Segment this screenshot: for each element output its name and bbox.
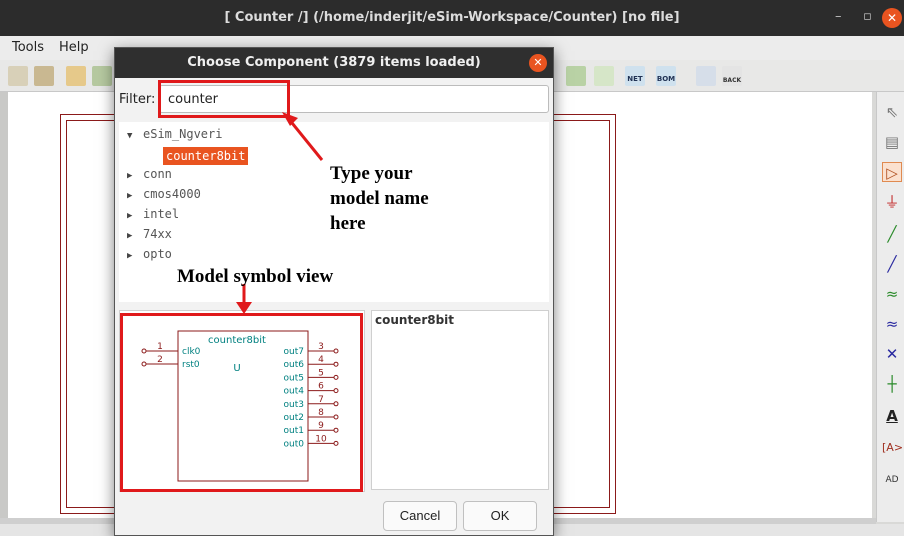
expanded-arrow-icon[interactable]: ▼ xyxy=(127,126,143,146)
type-hint-text: Type your model name here xyxy=(330,161,429,236)
tree-item-intel[interactable]: ▶ intel xyxy=(127,204,179,224)
minimize-icon[interactable]: – xyxy=(835,9,842,24)
netlist-icon[interactable]: NET xyxy=(625,66,645,86)
close-window-icon[interactable]: ✕ xyxy=(882,8,902,28)
symbol-hint-text: Model symbol view xyxy=(177,266,334,287)
filter-label: Filter: xyxy=(119,92,156,107)
ok-button[interactable]: OK xyxy=(463,501,537,531)
description-title: counter8bit xyxy=(375,313,455,327)
tree-item-opto[interactable]: ▶ opto xyxy=(127,244,172,264)
maximize-icon[interactable]: ▫ xyxy=(863,9,872,24)
hier-label-icon[interactable]: AD xyxy=(882,470,902,490)
bus-entry-icon[interactable]: ≈ xyxy=(882,314,902,334)
symbol-highlight-box xyxy=(120,313,363,492)
filter-highlight-box xyxy=(158,80,290,118)
tree-item-cmos4000[interactable]: ▶ cmos4000 xyxy=(127,184,201,204)
collapsed-arrow-icon[interactable]: ▶ xyxy=(127,166,143,186)
erc-icon[interactable] xyxy=(594,66,614,86)
collapsed-arrow-icon[interactable]: ▶ xyxy=(127,206,143,226)
place-component-icon[interactable]: ▷ xyxy=(882,162,902,182)
tree-item-conn[interactable]: ▶ conn xyxy=(127,164,172,184)
type-hint-line: here xyxy=(330,213,366,234)
bom-label: BOM xyxy=(656,75,676,83)
menu-tools[interactable]: Tools xyxy=(12,40,44,55)
tree-item-counter8bit[interactable]: counter8bit xyxy=(163,147,249,165)
tree-item-label: 74xx xyxy=(143,227,172,241)
bom-icon[interactable]: BOM xyxy=(656,66,676,86)
hierarchy-icon[interactable]: ▤ xyxy=(882,132,902,152)
footprint-icon[interactable] xyxy=(696,66,716,86)
collapsed-arrow-icon[interactable]: ▶ xyxy=(127,186,143,206)
type-hint-line: model name xyxy=(330,188,429,209)
back-label: BACK xyxy=(722,77,742,84)
window-title: [ Counter /] (/home/inderjit/eSim-Worksp… xyxy=(224,10,680,25)
power-icon[interactable]: ⏚ xyxy=(882,192,902,212)
menu-help[interactable]: Help xyxy=(59,40,89,55)
netlist-label: NET xyxy=(627,75,643,83)
window-titlebar: [ Counter /] (/home/inderjit/eSim-Worksp… xyxy=(0,0,904,36)
tree-item-label: eSim_Ngveri xyxy=(143,127,223,141)
cancel-button[interactable]: Cancel xyxy=(383,501,457,531)
wire-entry-icon[interactable]: ≈ xyxy=(882,284,902,304)
junction-icon[interactable]: ┼ xyxy=(882,374,902,394)
bus-icon[interactable]: ╱ xyxy=(882,254,902,274)
type-hint-line: Type your xyxy=(330,163,413,184)
annotate-icon[interactable] xyxy=(566,66,586,86)
dialog-close-icon[interactable]: ✕ xyxy=(529,54,547,72)
dialog-title: Choose Component (3879 items loaded) xyxy=(115,48,553,78)
collapsed-arrow-icon[interactable]: ▶ xyxy=(127,246,143,266)
wire-icon[interactable]: ╱ xyxy=(882,224,902,244)
description-panel: counter8bit xyxy=(371,310,549,490)
tree-item-label: cmos4000 xyxy=(143,187,201,201)
tree-item-74xx[interactable]: ▶ 74xx xyxy=(127,224,172,244)
undo-icon[interactable] xyxy=(66,66,86,86)
no-connect-icon[interactable]: ✕ xyxy=(882,344,902,364)
tree-item-esim-ngveri[interactable]: ▼ eSim_Ngveri xyxy=(127,124,222,144)
back-icon[interactable]: BACK xyxy=(722,66,742,86)
collapsed-arrow-icon[interactable]: ▶ xyxy=(127,226,143,246)
label-icon[interactable]: A xyxy=(882,406,902,426)
tree-item-label: conn xyxy=(143,167,172,181)
redo-icon[interactable] xyxy=(92,66,112,86)
paste-icon[interactable] xyxy=(34,66,54,86)
tree-item-label: opto xyxy=(143,247,172,261)
tree-item-label: intel xyxy=(143,207,180,221)
right-toolbar: ⇖ ▤ ▷ ⏚ ╱ ╱ ≈ ≈ ✕ ┼ A [A> AD xyxy=(876,92,904,522)
new-icon[interactable] xyxy=(8,66,28,86)
global-label-icon[interactable]: [A> xyxy=(882,438,903,458)
select-arrow-icon[interactable]: ⇖ xyxy=(882,102,902,122)
